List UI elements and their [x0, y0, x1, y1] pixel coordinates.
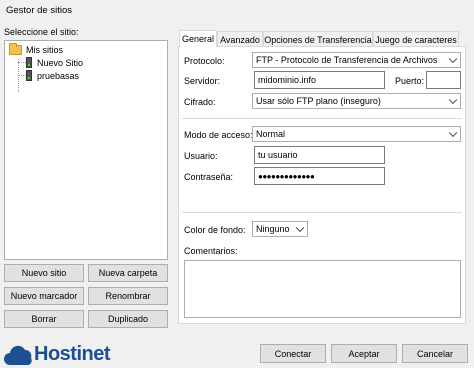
logo-text: Hostinet	[34, 342, 111, 365]
bgcolor-label: Color de fondo:	[184, 225, 246, 235]
tab-avanzado[interactable]: Avanzado	[217, 31, 263, 47]
access-mode-value: Normal	[256, 129, 286, 139]
access-mode-select[interactable]: Normal	[252, 126, 461, 142]
protocol-value: FTP - Protocolo de Transferencia de Arch…	[256, 55, 438, 65]
comments-textarea[interactable]	[184, 260, 461, 318]
chevron-down-icon	[448, 54, 458, 64]
cancel-button[interactable]: Cancelar	[402, 344, 468, 363]
comments-label: Comentarios:	[184, 246, 238, 256]
encryption-select[interactable]: Usar sólo FTP plano (inseguro)	[252, 93, 461, 109]
tree-root-mis-sitios[interactable]: Mis sitios	[9, 43, 64, 55]
tree-item-label: Nuevo Sitio	[37, 57, 84, 68]
access-mode-label: Modo de acceso:	[184, 130, 253, 140]
select-site-label: Seleccione el sitio:	[4, 27, 79, 37]
tree-root-label: Mis sitios	[26, 45, 64, 55]
separator	[182, 212, 462, 213]
separator	[182, 118, 462, 119]
tab-general[interactable]: General	[179, 30, 217, 47]
encryption-label: Cifrado:	[184, 97, 216, 107]
site-tree[interactable]: Mis sitios Nuevo Sitio pruebasas	[4, 40, 168, 260]
protocol-label: Protocolo:	[184, 56, 225, 66]
port-input[interactable]	[426, 71, 461, 89]
user-input[interactable]: tu usuario	[254, 146, 385, 164]
chevron-down-icon	[295, 223, 305, 233]
new-bookmark-button[interactable]: Nuevo marcador	[4, 287, 84, 305]
connect-button[interactable]: Conectar	[260, 344, 326, 363]
tree-item-label: pruebasas	[37, 70, 80, 81]
password-label: Contraseña:	[184, 172, 234, 182]
server-icon	[26, 57, 32, 68]
new-site-button[interactable]: Nuevo sitio	[4, 264, 84, 282]
accept-button[interactable]: Aceptar	[331, 344, 397, 363]
port-label: Puerto:	[395, 76, 425, 86]
tree-item-pruebasas[interactable]: pruebasas	[26, 70, 79, 81]
encryption-value: Usar sólo FTP plano (inseguro)	[256, 96, 381, 106]
cloud-logo-icon	[4, 345, 32, 365]
rename-button[interactable]: Renombrar	[88, 287, 168, 305]
server-label: Servidor:	[184, 76, 221, 86]
protocol-select[interactable]: FTP - Protocolo de Transferencia de Arch…	[252, 52, 461, 68]
new-folder-button[interactable]: Nueva carpeta	[88, 264, 168, 282]
server-icon	[26, 70, 32, 81]
tab-charset[interactable]: Juego de caracteres	[373, 31, 459, 47]
tree-item-nuevo-sitio[interactable]: Nuevo Sitio	[26, 57, 83, 68]
user-label: Usuario:	[184, 151, 218, 161]
bgcolor-value: Ninguno	[256, 224, 290, 234]
duplicate-button[interactable]: Duplicado	[88, 310, 168, 328]
server-input[interactable]: midominio.info	[254, 71, 385, 89]
chevron-down-icon	[448, 128, 458, 138]
password-input[interactable]: ●●●●●●●●●●●●●	[254, 167, 385, 185]
delete-button[interactable]: Borrar	[4, 310, 84, 328]
bgcolor-select[interactable]: Ninguno	[252, 221, 308, 237]
hostinet-logo: Hostinet	[4, 340, 111, 368]
chevron-down-icon	[448, 95, 458, 105]
window-title: Gestor de sitios	[6, 5, 72, 16]
tab-transfer-options[interactable]: Opciones de Transferencia	[263, 31, 373, 47]
folder-icon	[9, 43, 22, 55]
